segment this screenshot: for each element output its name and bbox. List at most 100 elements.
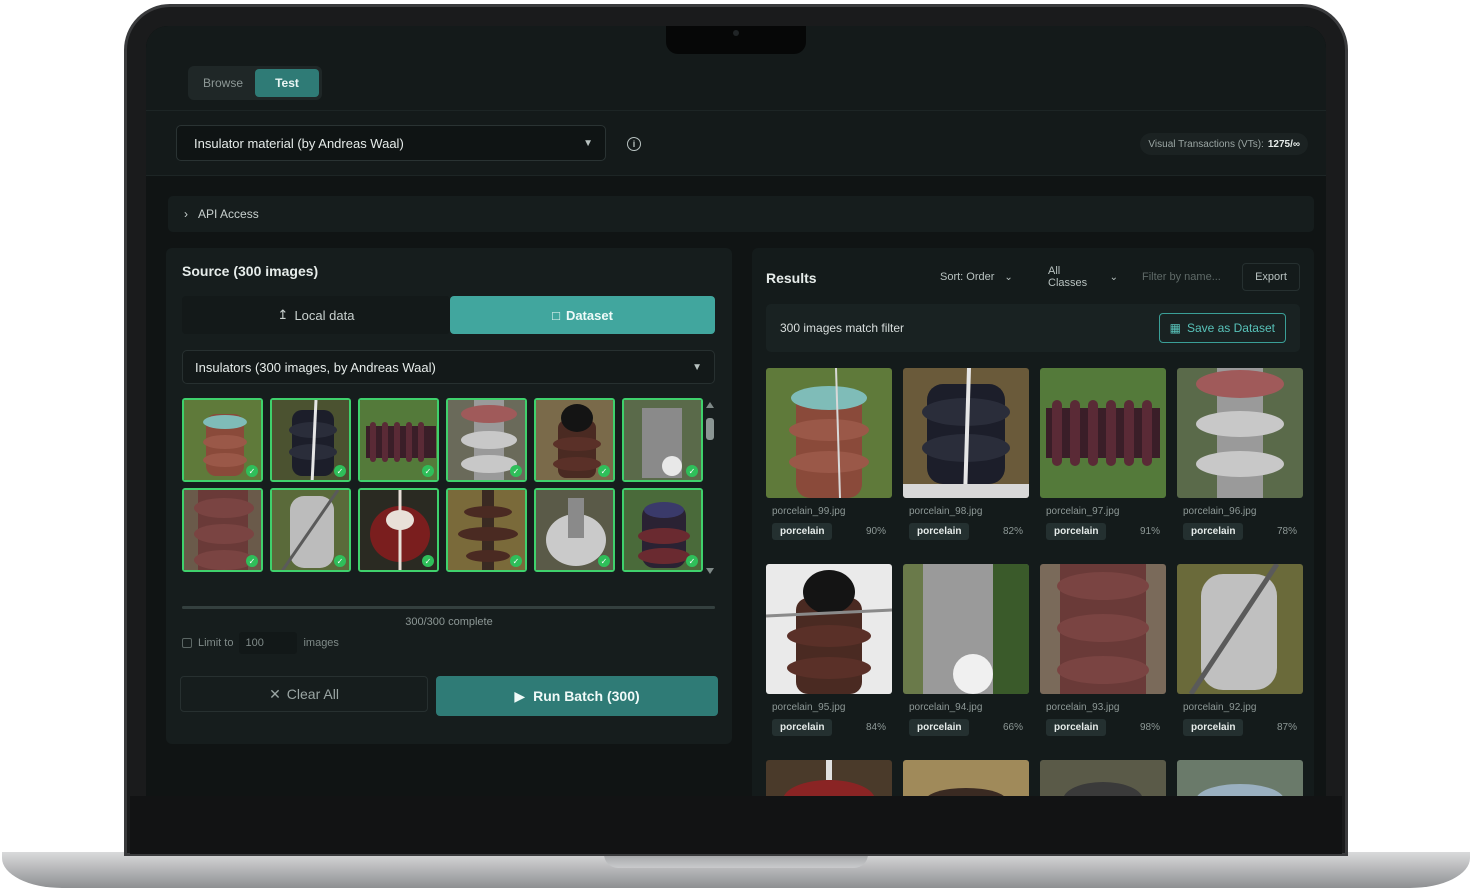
- result-image: [1040, 368, 1166, 498]
- result-class-tag: porcelain: [1046, 719, 1107, 736]
- result-image: [1177, 564, 1303, 694]
- source-thumbnail[interactable]: ✓: [534, 488, 615, 572]
- match-banner: 300 images match filter ▦ Save as Datase…: [766, 304, 1300, 352]
- source-thumbnail[interactable]: ✓: [534, 398, 615, 482]
- source-thumbnail[interactable]: ✓: [270, 488, 351, 572]
- chevron-down-icon: ▼: [692, 361, 702, 373]
- result-card[interactable]: porcelain_98.jpg porcelain 82%: [903, 368, 1029, 554]
- check-icon: ✓: [598, 555, 610, 567]
- result-image: [903, 564, 1029, 694]
- result-card[interactable]: porcelain_99.jpg porcelain 90%: [766, 368, 892, 554]
- check-icon: ✓: [422, 465, 434, 477]
- source-thumbnail[interactable]: ✓: [358, 398, 439, 482]
- progress-fill: [182, 606, 715, 609]
- local-data-label: Local data: [294, 307, 355, 323]
- run-batch-label: Run Batch (300): [533, 688, 640, 704]
- dataset-select[interactable]: Insulators (300 images, by Andreas Waal)…: [182, 350, 715, 384]
- source-thumbnail[interactable]: ✓: [358, 488, 439, 572]
- laptop-chin: [130, 796, 1342, 854]
- model-select[interactable]: Insulator material (by Andreas Waal) ▼: [176, 125, 606, 161]
- sort-select[interactable]: Sort: Order ⌄: [932, 263, 1030, 291]
- result-filename: porcelain_97.jpg: [1046, 506, 1120, 517]
- dataset-button[interactable]: □ Dataset: [450, 296, 715, 334]
- play-icon: ▶: [514, 687, 526, 704]
- result-class-tag: porcelain: [909, 523, 970, 540]
- scroll-down-icon[interactable]: [706, 568, 714, 574]
- laptop-frame: Browse Test Insulator material (by Andre…: [0, 0, 1472, 896]
- source-thumbnail[interactable]: ✓: [270, 398, 351, 482]
- result-filename: porcelain_94.jpg: [909, 702, 983, 713]
- result-card[interactable]: porcelain_92.jpg porcelain 87%: [1177, 564, 1303, 750]
- result-image[interactable]: [903, 760, 1029, 796]
- result-filename: porcelain_99.jpg: [772, 506, 846, 517]
- result-filename: porcelain_95.jpg: [772, 702, 846, 713]
- check-icon: ✓: [510, 555, 522, 567]
- result-filename: porcelain_98.jpg: [909, 506, 983, 517]
- folder-icon: □: [552, 307, 560, 323]
- export-button[interactable]: Export: [1242, 263, 1300, 291]
- result-card[interactable]: porcelain_93.jpg porcelain 98%: [1040, 564, 1166, 750]
- tab-test[interactable]: Test: [255, 69, 319, 97]
- result-confidence: 84%: [865, 722, 886, 733]
- limit-input[interactable]: 100: [239, 632, 298, 654]
- result-image[interactable]: [1040, 760, 1166, 796]
- limit-label: Limit to: [198, 637, 234, 649]
- source-thumbnail[interactable]: ✓: [622, 398, 703, 482]
- upload-icon: ↥: [277, 307, 289, 322]
- api-access-toggle[interactable]: › API Access: [168, 196, 1314, 232]
- check-icon: ✓: [246, 555, 258, 567]
- result-confidence: 87%: [1276, 722, 1297, 733]
- name-filter-input[interactable]: Filter by name...: [1134, 263, 1230, 291]
- run-batch-button[interactable]: ▶ Run Batch (300): [436, 676, 718, 716]
- progress-text: 300/300 complete: [405, 616, 493, 628]
- result-class-tag: porcelain: [909, 719, 970, 736]
- info-icon[interactable]: i: [627, 137, 641, 151]
- sort-label: Sort: Order: [940, 271, 995, 283]
- result-image: [903, 368, 1029, 498]
- check-icon: ✓: [334, 555, 346, 567]
- visual-transactions-badge: Visual Transactions (VTs): 1275/∞: [1140, 133, 1308, 155]
- result-card[interactable]: porcelain_96.jpg porcelain 78%: [1177, 368, 1303, 554]
- close-icon: ✕: [269, 685, 281, 702]
- vt-label: Visual Transactions (VTs):: [1148, 138, 1264, 150]
- source-thumbnail[interactable]: ✓: [622, 488, 703, 572]
- save-as-dataset-button[interactable]: ▦ Save as Dataset: [1158, 313, 1286, 343]
- chevron-down-icon: ⌄: [1004, 271, 1013, 283]
- source-thumbnail[interactable]: ✓: [446, 398, 527, 482]
- result-image[interactable]: [1177, 760, 1303, 796]
- check-icon: ✓: [686, 555, 698, 567]
- tab-browse[interactable]: Browse: [191, 69, 255, 97]
- result-card[interactable]: porcelain_95.jpg porcelain 84%: [766, 564, 892, 750]
- class-filter-select[interactable]: All Classes ⌄: [1040, 263, 1126, 291]
- check-icon: ✓: [598, 465, 610, 477]
- limit-checkbox[interactable]: [182, 638, 192, 648]
- result-image[interactable]: [766, 760, 892, 796]
- chevron-down-icon: ⌄: [1109, 271, 1118, 283]
- vt-value: 1275/∞: [1267, 138, 1300, 150]
- source-title: Source (300 images): [182, 263, 319, 279]
- source-thumbnail[interactable]: ✓: [182, 488, 263, 572]
- scrollbar-thumb[interactable]: [706, 418, 714, 440]
- dataset-select-value: Insulators (300 images, by Andreas Waal): [195, 359, 436, 375]
- result-class-tag: porcelain: [1183, 523, 1244, 540]
- clear-all-label: Clear All: [286, 686, 339, 702]
- result-card[interactable]: porcelain_94.jpg porcelain 66%: [903, 564, 1029, 750]
- source-thumbnail[interactable]: ✓: [182, 398, 263, 482]
- source-panel: Source (300 images) ↥ Local data □ Datas…: [166, 248, 732, 744]
- result-class-tag: porcelain: [772, 719, 833, 736]
- api-access-label: API Access: [198, 207, 259, 221]
- result-class-tag: porcelain: [772, 523, 833, 540]
- mode-tabs: Browse Test: [188, 66, 322, 100]
- result-filename: porcelain_96.jpg: [1183, 506, 1257, 517]
- progress-bar: [182, 606, 715, 609]
- clear-all-button[interactable]: ✕ Clear All: [180, 676, 428, 712]
- result-class-tag: porcelain: [1183, 719, 1244, 736]
- result-card[interactable]: porcelain_97.jpg porcelain 91%: [1040, 368, 1166, 554]
- check-icon: ✓: [686, 465, 698, 477]
- source-thumbnail[interactable]: ✓: [446, 488, 527, 572]
- camera-icon: [733, 30, 739, 36]
- result-filename: porcelain_93.jpg: [1046, 702, 1120, 713]
- thumbnail-scrollbar[interactable]: [705, 400, 715, 576]
- local-data-button[interactable]: ↥ Local data: [182, 296, 450, 334]
- scroll-up-icon[interactable]: [706, 402, 714, 408]
